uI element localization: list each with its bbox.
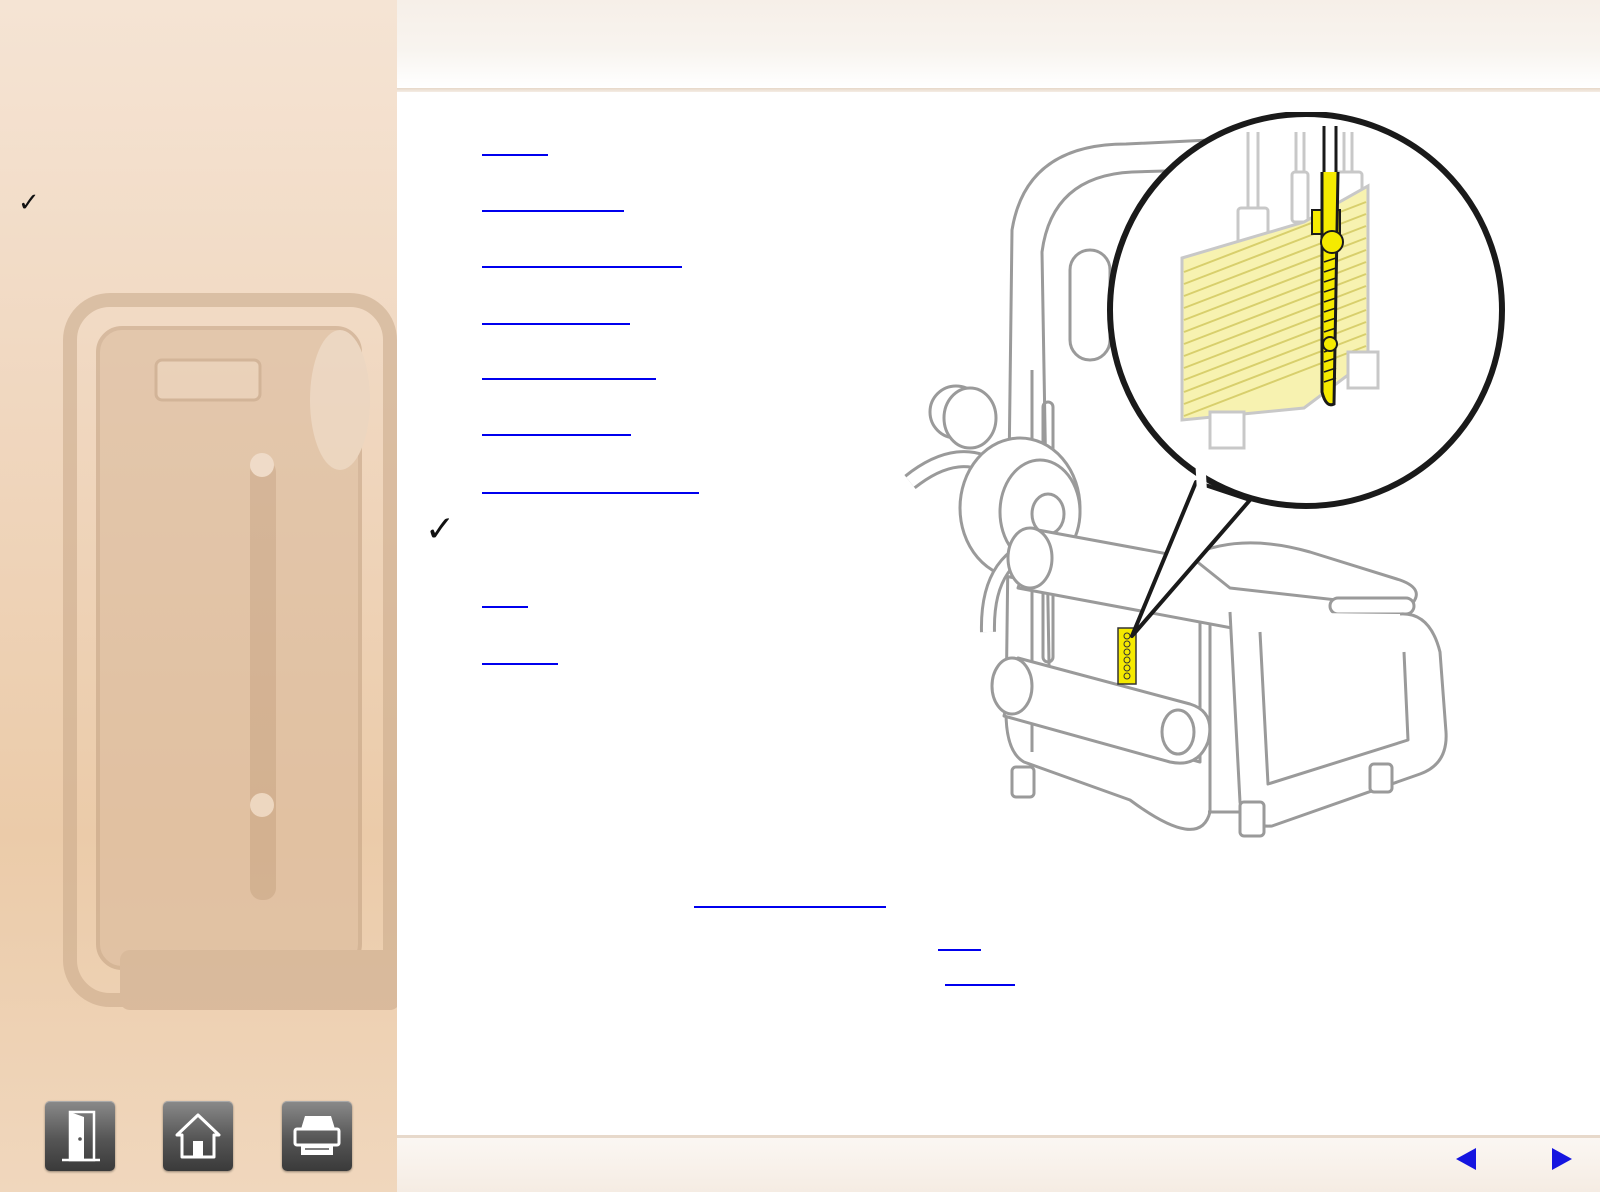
link-item-3[interactable]	[482, 246, 682, 268]
link-item-9[interactable]	[482, 643, 558, 665]
previous-page-button[interactable]	[1454, 1146, 1478, 1172]
link-item-2[interactable]	[482, 190, 624, 212]
inline-link-2[interactable]	[938, 929, 981, 951]
header-divider	[397, 88, 1600, 92]
link-item-6[interactable]	[482, 414, 631, 436]
inline-link-3[interactable]	[945, 964, 1015, 986]
header-band	[397, 0, 1600, 88]
sidebar: ✓	[0, 0, 397, 1192]
print-button[interactable]	[282, 1101, 352, 1171]
machine-watermark-image	[63, 293, 397, 1010]
link-item-7[interactable]	[482, 472, 699, 494]
sidebar-checkmark: ✓	[18, 188, 40, 218]
inline-link-1[interactable]	[694, 886, 886, 908]
link-item-4[interactable]	[482, 303, 630, 325]
exit-button[interactable]	[45, 1101, 115, 1171]
printer-icon	[293, 1116, 341, 1155]
link-item-5[interactable]	[482, 358, 656, 380]
footer-bar	[397, 1138, 1600, 1192]
exit-door-icon	[62, 1110, 100, 1162]
machine-illustration	[904, 112, 1505, 838]
link-item-1[interactable]	[482, 134, 548, 156]
right-arrow-icon	[1552, 1148, 1572, 1170]
next-page-button[interactable]	[1550, 1146, 1574, 1172]
left-arrow-icon	[1456, 1148, 1476, 1170]
home-button[interactable]	[163, 1101, 233, 1171]
home-icon	[175, 1113, 221, 1159]
main-checkmark: ✓	[425, 509, 456, 550]
link-item-8[interactable]	[482, 586, 528, 608]
